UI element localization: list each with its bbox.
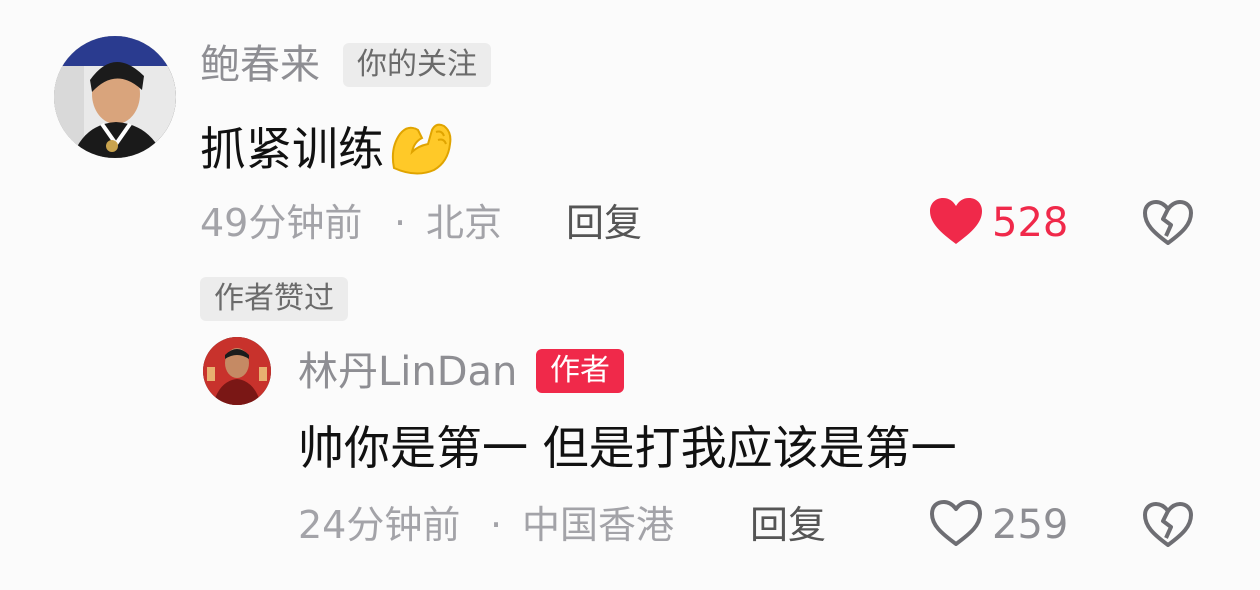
like-count: 528 (992, 200, 1069, 246)
comment-text-row: 抓紧训练 (200, 118, 454, 180)
broken-heart-icon (1142, 200, 1194, 250)
author-liked-badge: 作者赞过 (200, 277, 348, 321)
reply-time: 24分钟前 (298, 503, 461, 547)
like-count: 259 (992, 502, 1069, 548)
heart-outline-icon (928, 498, 984, 552)
avatar-bao-chunlai[interactable] (54, 36, 176, 158)
reply-text: 帅你是第一 但是打我应该是第一 (298, 421, 957, 475)
broken-heart-icon (1142, 502, 1194, 552)
reply-location: 中国香港 (522, 503, 675, 547)
like-button[interactable]: 528 (928, 196, 1068, 250)
dislike-button[interactable] (1142, 500, 1194, 552)
username[interactable]: 林丹LinDan (298, 352, 517, 392)
avatar-lin-dan[interactable] (203, 337, 271, 405)
flexed-biceps-emoji-icon (388, 118, 454, 180)
avatar-photo (54, 36, 176, 158)
following-badge: 你的关注 (343, 43, 491, 87)
like-button[interactable]: 259 (928, 498, 1068, 552)
reply-button[interactable]: 回复 (566, 204, 642, 242)
username[interactable]: 鲍春来 (200, 45, 320, 85)
reply-button[interactable]: 回复 (750, 506, 826, 544)
author-badge: 作者 (536, 349, 624, 393)
heart-filled-icon (928, 196, 984, 250)
dislike-button[interactable] (1142, 198, 1194, 250)
avatar-photo (203, 337, 271, 405)
comment-text: 抓紧训练 (200, 122, 384, 176)
meta-separator: · (490, 503, 503, 547)
meta-separator: · (394, 201, 407, 245)
comment-time: 49分钟前 (200, 201, 363, 245)
comment-location: 北京 (426, 201, 503, 245)
